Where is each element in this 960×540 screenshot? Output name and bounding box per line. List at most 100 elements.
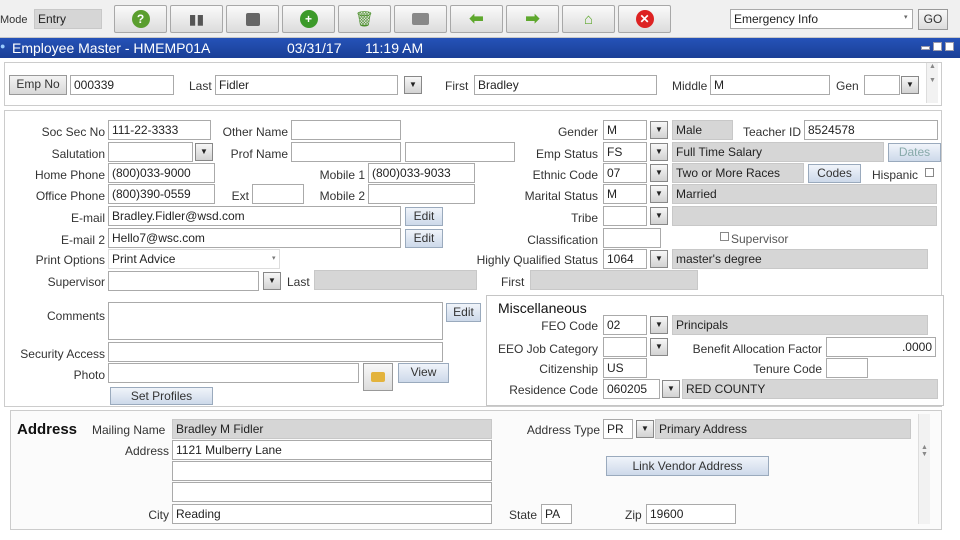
tribe-field[interactable] xyxy=(603,206,647,226)
middle-name-field[interactable]: M xyxy=(710,75,830,95)
view-button[interactable]: View xyxy=(398,363,449,383)
middle-label: Middle xyxy=(672,79,708,93)
delete-button[interactable]: 🗑 xyxy=(338,5,391,33)
address-type-field[interactable]: PR xyxy=(603,419,633,439)
search-button[interactable]: ▮▮ xyxy=(170,5,223,33)
last-name-dropdown[interactable]: ▼ xyxy=(404,76,422,94)
address-type-dropdown[interactable]: ▼ xyxy=(636,420,654,438)
emp-status-dropdown[interactable]: ▼ xyxy=(650,143,668,161)
email2-field[interactable]: Hello7@wsc.com xyxy=(108,228,401,248)
home-phone-field[interactable]: (800)033-9000 xyxy=(108,163,215,183)
photo-field[interactable] xyxy=(108,363,359,383)
last-name-field[interactable]: Fidler xyxy=(215,75,398,95)
eeo-job-dropdown[interactable]: ▼ xyxy=(650,338,668,356)
dates-button[interactable]: Dates xyxy=(888,143,941,162)
link-vendor-button[interactable]: Link Vendor Address xyxy=(606,456,769,476)
residence-field[interactable]: 060205 xyxy=(603,379,660,399)
ethnic-code-field[interactable]: 07 xyxy=(603,163,647,183)
add-button[interactable]: + xyxy=(282,5,335,33)
feo-code-dropdown[interactable]: ▼ xyxy=(650,316,668,334)
salutation-dropdown[interactable]: ▼ xyxy=(195,143,213,161)
folder-icon xyxy=(371,371,385,382)
back-button[interactable]: ⬅ xyxy=(450,5,503,33)
help-icon: ? xyxy=(131,10,150,28)
email-field[interactable]: Bradley.Fidler@wsd.com xyxy=(108,206,401,226)
gen-dropdown[interactable]: ▼ xyxy=(901,76,919,94)
residence-dropdown[interactable]: ▼ xyxy=(662,380,680,398)
office-phone-field[interactable]: (800)390-0559 xyxy=(108,184,215,204)
eeo-job-field[interactable] xyxy=(603,337,647,357)
prof-name-field-2[interactable] xyxy=(405,142,515,162)
feo-code-label: FEO Code xyxy=(541,319,598,333)
zip-field[interactable]: 19600 xyxy=(646,504,736,524)
window-date: 03/31/17 xyxy=(287,40,342,56)
classification-field[interactable] xyxy=(603,228,661,248)
gen-field[interactable] xyxy=(864,75,900,95)
save-button[interactable] xyxy=(226,5,279,33)
print-options-select[interactable]: Print Advice xyxy=(108,249,280,269)
address-line1-field[interactable]: 1121 Mulberry Lane xyxy=(172,440,492,460)
home-button[interactable]: ⌂ xyxy=(562,5,615,33)
help-button[interactable]: ? xyxy=(114,5,167,33)
security-access-field[interactable] xyxy=(108,342,443,362)
maximize-icon[interactable] xyxy=(933,42,942,51)
address-line3-field[interactable] xyxy=(172,482,492,502)
email2-edit-button[interactable]: Edit xyxy=(405,229,443,248)
first-name-field[interactable]: Bradley xyxy=(474,75,657,95)
supervisor-field[interactable] xyxy=(108,271,259,291)
hispanic-checkbox[interactable] xyxy=(925,168,934,177)
lookup-select[interactable]: Emergency Info xyxy=(730,9,913,29)
salutation-field[interactable] xyxy=(108,142,193,162)
tenure-field[interactable] xyxy=(826,358,868,378)
supervisor-checkbox[interactable] xyxy=(720,232,729,241)
hq-desc: master's degree xyxy=(672,249,928,269)
marital-status-field[interactable]: M xyxy=(603,184,647,204)
go-button[interactable]: GO xyxy=(918,9,948,30)
zip-label: Zip xyxy=(625,508,642,522)
citizenship-field[interactable]: US xyxy=(603,358,647,378)
other-name-field[interactable] xyxy=(291,120,401,140)
benefit-alloc-field[interactable]: .0000 xyxy=(826,337,936,357)
disk-icon xyxy=(245,12,260,26)
forward-button[interactable]: ➡ xyxy=(506,5,559,33)
ext-label: Ext xyxy=(231,189,249,203)
home-icon: ⌂ xyxy=(583,10,594,28)
hq-status-dropdown[interactable]: ▼ xyxy=(650,250,668,268)
emp-status-field[interactable]: FS xyxy=(603,142,647,162)
close-window-icon[interactable] xyxy=(945,42,954,51)
prof-name-field-1[interactable] xyxy=(291,142,401,162)
address-line2-field[interactable] xyxy=(172,461,492,481)
browse-photo-button[interactable] xyxy=(363,363,393,391)
tribe-dropdown[interactable]: ▼ xyxy=(650,207,668,225)
marital-status-dropdown[interactable]: ▼ xyxy=(650,185,668,203)
gender-field[interactable]: M xyxy=(603,120,647,140)
minimize-icon[interactable] xyxy=(921,46,930,50)
comments-field[interactable] xyxy=(108,302,443,340)
eeo-job-label: EEO Job Category xyxy=(497,342,598,356)
email-edit-button[interactable]: Edit xyxy=(405,207,443,226)
gender-dropdown[interactable]: ▼ xyxy=(650,121,668,139)
supervisor-checkbox-label: Supervisor xyxy=(731,232,789,246)
ethnic-code-dropdown[interactable]: ▼ xyxy=(650,164,668,182)
codes-button[interactable]: Codes xyxy=(808,164,861,183)
mobile1-field[interactable]: (800)033-9033 xyxy=(368,163,475,183)
feo-code-field[interactable]: 02 xyxy=(603,315,647,335)
mobile2-field[interactable] xyxy=(368,184,475,204)
teacher-id-field[interactable]: 8524578 xyxy=(804,120,938,140)
address-scrollbar[interactable]: ▲ ▼ xyxy=(918,414,930,524)
city-field[interactable]: Reading xyxy=(172,504,492,524)
emp-no-field[interactable]: 000339 xyxy=(70,75,174,95)
window-time: 11:19 AM xyxy=(365,40,424,56)
state-field[interactable]: PA xyxy=(541,504,572,524)
emp-no-button[interactable]: Emp No xyxy=(9,75,67,95)
comments-edit-button[interactable]: Edit xyxy=(446,303,481,322)
citizenship-label: Citizenship xyxy=(539,362,598,376)
set-profiles-button[interactable]: Set Profiles xyxy=(110,387,213,405)
print-button[interactable] xyxy=(394,5,447,33)
header-scrollbar[interactable]: ▲ ▼ xyxy=(926,63,938,103)
residence-desc: RED COUNTY xyxy=(682,379,938,399)
hq-status-field[interactable]: 1064 xyxy=(603,249,647,269)
supervisor-dropdown[interactable]: ▼ xyxy=(263,272,281,290)
soc-sec-field[interactable]: 111-22-3333 xyxy=(108,120,211,140)
close-button[interactable]: ✕ xyxy=(618,5,671,33)
